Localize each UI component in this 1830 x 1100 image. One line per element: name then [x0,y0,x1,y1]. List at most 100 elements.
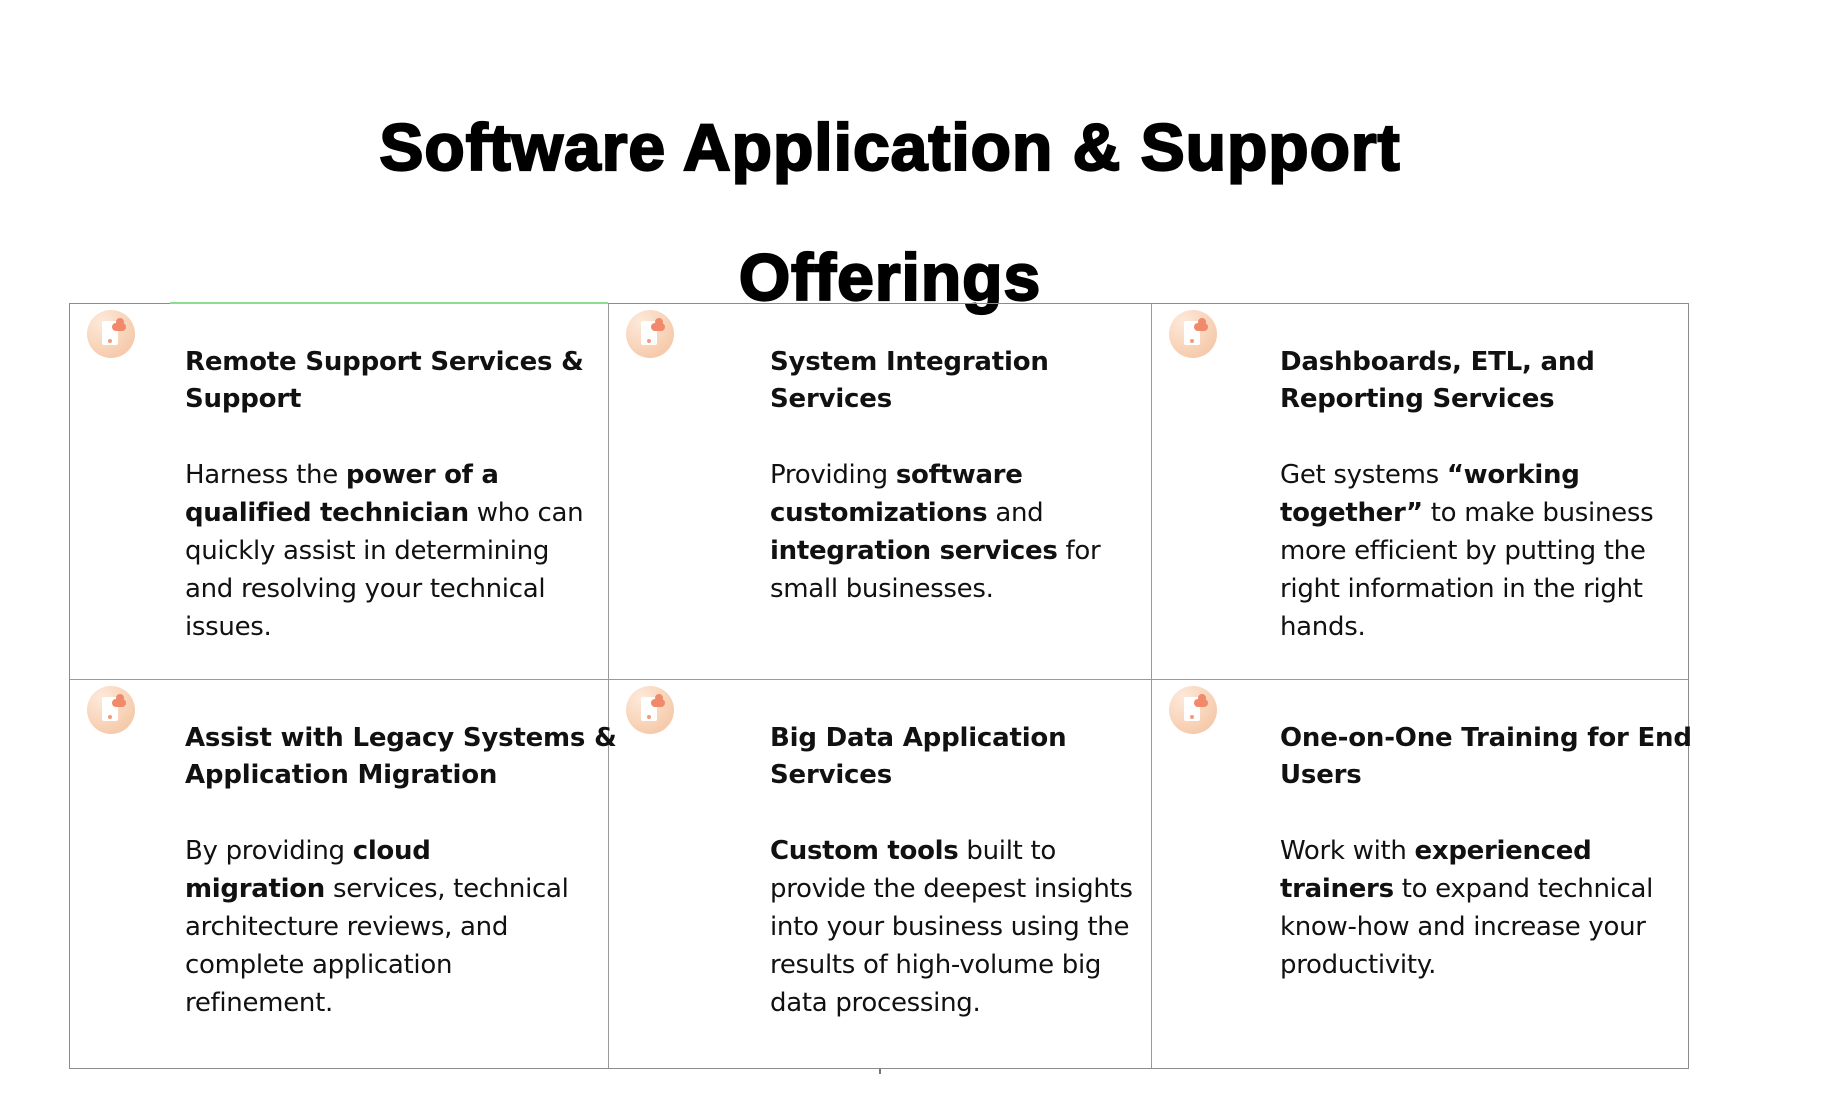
offering-heading: System Integration Services [770,344,1100,418]
offering-description: Work with experienced trainers to expand … [1280,832,1692,984]
offering-content: Assist with Legacy Systems & Application … [185,720,617,1022]
description-text: hands. [1280,612,1366,642]
cloud-icon [112,694,126,707]
description-text: Work with [1280,836,1415,866]
description-text: and [987,498,1044,528]
offering-heading-line: System Integration [770,347,1049,377]
page-title-line: Software Application & Support [378,109,1401,185]
offering-description-line: Custom tools built to [770,832,1133,870]
cloud-icon [112,318,126,331]
description-text: for [1057,536,1101,566]
emphasis-text: software [895,460,1023,490]
offering-heading: One-on-One Training for End Users [1280,720,1692,794]
description-text: results of high-volume big [770,950,1102,980]
description-text: who can [468,498,584,528]
offering-description-line: more efficient by putting the [1280,532,1653,570]
offering-description: Custom tools built to provide the deepest… [770,832,1133,1022]
offering-description-line: Harness the power of a [185,456,584,494]
offering-heading: Dashboards, ETL, and Reporting Services [1280,344,1653,418]
description-text: data processing. [770,988,981,1018]
description-text: architecture reviews, and [185,912,509,942]
cloud-icon [1194,318,1208,331]
mobile-cloud-icon [1169,686,1217,734]
phone-button-dot [647,715,651,719]
accent-line [170,302,608,304]
offering-heading-line: Users [1280,760,1362,790]
description-text: small businesses. [770,574,994,604]
emphasis-text: together” [1280,498,1423,528]
offering-description-line: together” to make business [1280,494,1654,532]
emphasis-text: integration services [770,536,1058,566]
offering-description-line: refinement. [185,984,617,1022]
offering-description-line: customizations and [770,494,1100,532]
offering-card: Big Data Application Services Custom tools… [609,680,1152,1068]
offering-description-line: issues. [185,608,584,646]
description-text: Get systems [1280,460,1447,490]
description-text: built to [958,836,1057,866]
description-text: right information in the right [1280,574,1643,604]
offering-description: Harness the power of a qualified technici… [185,456,584,646]
offering-description-line: Work with experienced [1280,832,1692,870]
phone-button-dot [647,339,651,343]
emphasis-text: migration [185,874,325,904]
offering-heading-line: Application Migration [185,760,498,790]
offering-heading: Big Data Application Services [770,720,1133,794]
offering-content: Remote Support Services & Support Harness … [185,344,584,646]
offering-description: Providing software customizations and inte… [770,456,1101,608]
offering-description-line: migration services, technical [185,870,617,908]
description-text: into your business using the [770,912,1130,942]
offering-description-line: results of high-volume big [770,946,1133,984]
description-text: services, technical [325,874,569,904]
offering-description: Get systems “working together” to make bu… [1280,456,1654,646]
offering-description-line: provide the deepest insights [770,870,1133,908]
offering-heading-line: Support [185,384,302,414]
offering-heading-line: Reporting Services [1280,384,1555,414]
offering-description-line: qualified technician who can [185,494,584,532]
description-text: complete application [185,950,453,980]
offering-description-line: Providing software [770,456,1100,494]
offering-card: Assist with Legacy Systems & Application … [70,680,617,1068]
offering-heading-line: Services [770,384,892,414]
tick-mark [879,1069,881,1074]
offering-description-line: and resolving your technical [185,570,584,608]
mobile-cloud-icon [1169,310,1217,358]
mobile-cloud-icon [626,310,674,358]
offering-card: Dashboards, ETL, and Reporting Services Ge… [1152,304,1688,680]
offerings-grid: Remote Support Services & Support Harness … [69,303,1692,1069]
offering-content: Big Data Application Services Custom tools… [770,720,1133,1022]
offering-description-line: integration services for [770,532,1101,570]
offering-description-line: know-how and increase your [1280,908,1692,946]
phone-button-dot [108,715,112,719]
description-text: productivity. [1280,950,1437,980]
offering-heading-line: Services [770,760,892,790]
offering-description: By providing cloud migration services, te… [185,832,617,1022]
emphasis-text: experienced [1414,836,1592,866]
offering-description-line: By providing cloud [185,832,617,870]
offering-description-line: hands. [1280,608,1653,646]
description-text: refinement. [185,988,333,1018]
offering-description-line: into your business using the [770,908,1133,946]
phone-button-dot [108,339,112,343]
offering-card: System Integration Services Providing soft… [609,304,1152,680]
mobile-cloud-icon [87,686,135,734]
emphasis-text: trainers [1280,874,1394,904]
emphasis-text: qualified technician [185,498,469,528]
description-text: quickly assist in determining [185,536,550,566]
description-text: to make business [1422,498,1654,528]
offering-card: One-on-One Training for End Users Work wit… [1152,680,1692,1068]
offering-description-line: architecture reviews, and [185,908,617,946]
offering-content: System Integration Services Providing soft… [770,344,1101,608]
description-text: Harness the [185,460,346,490]
description-text: provide the deepest insights [770,874,1133,904]
offering-content: Dashboards, ETL, and Reporting Services Ge… [1280,344,1654,646]
description-text: know-how and increase your [1280,912,1646,942]
emphasis-text: Custom tools [770,836,959,866]
description-text: to expand technical [1393,874,1654,904]
offering-heading-line: Assist with Legacy Systems & [185,723,617,753]
offering-description-line: small businesses. [770,570,1100,608]
cloud-icon [1194,694,1208,707]
offering-heading-line: Remote Support Services & [185,347,584,377]
offering-heading: Assist with Legacy Systems & Application … [185,720,617,794]
offering-content: One-on-One Training for End Users Work wit… [1280,720,1692,984]
offering-description-line: Get systems “working [1280,456,1653,494]
